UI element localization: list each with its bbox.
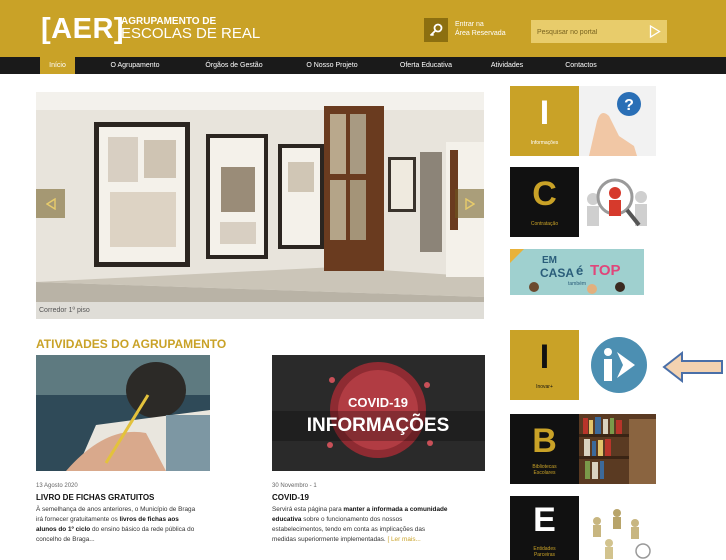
tile-label: Inovar+ bbox=[536, 384, 553, 390]
excerpt-line: educativa sobre o funcionamento dos noss… bbox=[272, 515, 494, 525]
em-casa-banner: EM CASA é TOP também bbox=[510, 249, 644, 295]
news-excerpt: À semelhança de anos anteriores, o Munic… bbox=[36, 505, 256, 545]
tile-label-line: Parceiras bbox=[533, 552, 556, 558]
tile-letter-box: I Informações bbox=[510, 86, 579, 156]
tile-letter: I bbox=[539, 338, 550, 376]
excerpt-bold: educativa bbox=[272, 516, 302, 523]
pointer-arrow-icon bbox=[662, 350, 724, 389]
tile-label: Informações bbox=[530, 140, 559, 146]
news-date: 30 Novembro - 1 bbox=[272, 483, 317, 489]
reserved-line-2: Área Reservada bbox=[455, 30, 506, 37]
excerpt-text: irá fornecer gratuitamente os bbox=[36, 516, 120, 523]
tile-letter-box: B Bibliotecas Escolares bbox=[510, 414, 579, 484]
nav-item-orgaos[interactable]: Órgãos de Gestão bbox=[193, 57, 275, 74]
excerpt-line: concelho de Braga... bbox=[36, 536, 95, 543]
tile-bibliotecas[interactable]: B Bibliotecas Escolares bbox=[510, 414, 656, 484]
tile-letter: E bbox=[533, 501, 556, 539]
excerpt-line: irá fornecer gratuitamente os livros de … bbox=[36, 515, 256, 525]
tile-letter-box: I Inovar+ bbox=[510, 330, 579, 400]
tile-letter: C bbox=[532, 175, 557, 213]
nav-item-atividades[interactable]: Atividades bbox=[483, 57, 531, 74]
magnifier-people-icon bbox=[579, 167, 656, 237]
tile-label: Bibliotecas Escolares bbox=[510, 464, 579, 476]
excerpt-line: Servirá esta página para manter a inform… bbox=[272, 505, 494, 515]
covid-banner-line-1: COVID-19 bbox=[348, 395, 408, 410]
banner-top: TOP bbox=[590, 262, 621, 279]
excerpt-line: estabelecimentos, tendo em conta as impl… bbox=[272, 526, 426, 533]
news-title[interactable]: LIVRO DE FICHAS GRATUITOS bbox=[36, 493, 154, 502]
tile-inovar[interactable]: I Inovar+ bbox=[510, 330, 656, 400]
main-nav: Início O Agrupamento Órgãos de Gestão O … bbox=[0, 57, 726, 74]
excerpt-line: alunos do 1º ciclo do ensino básico da r… bbox=[36, 525, 256, 535]
key-icon[interactable] bbox=[424, 18, 448, 42]
covid-banner-line-2: INFORMAÇÕES bbox=[307, 414, 450, 436]
tile-letter-box: C Contratação bbox=[510, 167, 579, 237]
logo-line-2: ESCOLAS DE REAL bbox=[121, 25, 261, 42]
search-box bbox=[531, 20, 667, 43]
news-excerpt: Servirá esta página para manter a inform… bbox=[272, 505, 494, 545]
tile-informacoes[interactable]: I Informações ? bbox=[510, 86, 656, 156]
tile-entidades[interactable]: E Entidades Parceiras bbox=[510, 496, 656, 560]
nav-item-inicio[interactable]: Início bbox=[40, 57, 75, 74]
excerpt-text: do ensino básico da rede pública do bbox=[90, 526, 195, 533]
excerpt-line: À semelhança de anos anteriores, o Munic… bbox=[36, 506, 196, 513]
site-header: [AER] AGRUPAMENTO DE ESCOLAS DE REAL Ent… bbox=[0, 0, 726, 57]
search-input[interactable] bbox=[535, 24, 643, 40]
banner-e: é bbox=[576, 263, 583, 278]
slider-caption: Corredor 1º piso bbox=[36, 302, 484, 319]
news-title[interactable]: COVID-19 bbox=[272, 493, 309, 502]
excerpt-bold: alunos do 1º ciclo bbox=[36, 526, 91, 533]
tile-contratacao[interactable]: C Contratação bbox=[510, 167, 656, 237]
slider-next-icon[interactable] bbox=[455, 189, 484, 218]
tile-letter-box: E Entidades Parceiras bbox=[510, 496, 579, 560]
excerpt-bold: manter a informada a comunidade bbox=[343, 506, 448, 513]
banner-em: EM bbox=[542, 255, 557, 266]
nav-item-contactos[interactable]: Contactos bbox=[556, 57, 606, 74]
bookshelf-icon bbox=[579, 414, 656, 484]
read-more-link[interactable]: [ Ler mais... bbox=[387, 536, 420, 543]
question-hand-icon: ? bbox=[579, 86, 656, 156]
hero-image bbox=[36, 92, 484, 319]
news-date: 13 Agosto 2020 bbox=[36, 483, 78, 489]
slider-prev-icon[interactable] bbox=[36, 189, 65, 218]
partners-pieces-icon bbox=[579, 499, 656, 560]
excerpt-text: medidas superiormente implementadas. bbox=[272, 536, 388, 543]
nav-item-oferta[interactable]: Oferta Educativa bbox=[385, 57, 467, 74]
svg-text:?: ? bbox=[624, 97, 634, 114]
excerpt-line: medidas superiormente implementadas. [ L… bbox=[272, 535, 494, 545]
search-submit-icon[interactable] bbox=[649, 24, 661, 43]
reserved-line-1: Entrar na bbox=[455, 21, 484, 28]
excerpt-text: Servirá esta página para bbox=[272, 506, 344, 513]
logo-mark[interactable]: [AER] bbox=[41, 13, 124, 46]
news-image-fichas[interactable] bbox=[36, 355, 210, 471]
reserved-area-link[interactable]: Entrar na Área Reservada bbox=[455, 20, 506, 38]
tile-label-line: Escolares bbox=[533, 470, 556, 476]
nav-item-projeto[interactable]: O Nosso Projeto bbox=[292, 57, 372, 74]
excerpt-text: sobre o funcionamento dos nossos bbox=[301, 516, 403, 523]
news-image-covid[interactable]: COVID-19 INFORMAÇÕES bbox=[272, 355, 485, 471]
section-title: ATIVIDADES DO AGRUPAMENTO bbox=[36, 337, 227, 351]
hero-slider[interactable]: Corredor 1º piso bbox=[36, 92, 484, 319]
tile-em-casa[interactable]: EM CASA é TOP também bbox=[510, 249, 644, 295]
tile-label: Entidades Parceiras bbox=[510, 546, 579, 558]
tile-letter: I bbox=[539, 94, 550, 132]
banner-casa: CASA bbox=[540, 266, 574, 280]
excerpt-bold: livros de fichas aos bbox=[119, 516, 179, 523]
tile-label: Contratação bbox=[530, 221, 559, 227]
nav-item-agrupamento[interactable]: O Agrupamento bbox=[100, 57, 170, 74]
banner-tambem: também bbox=[568, 281, 586, 287]
inovar-logo-icon bbox=[579, 330, 656, 400]
tile-letter: B bbox=[532, 422, 557, 460]
logo-text[interactable]: AGRUPAMENTO DE ESCOLAS DE REAL bbox=[121, 16, 261, 42]
